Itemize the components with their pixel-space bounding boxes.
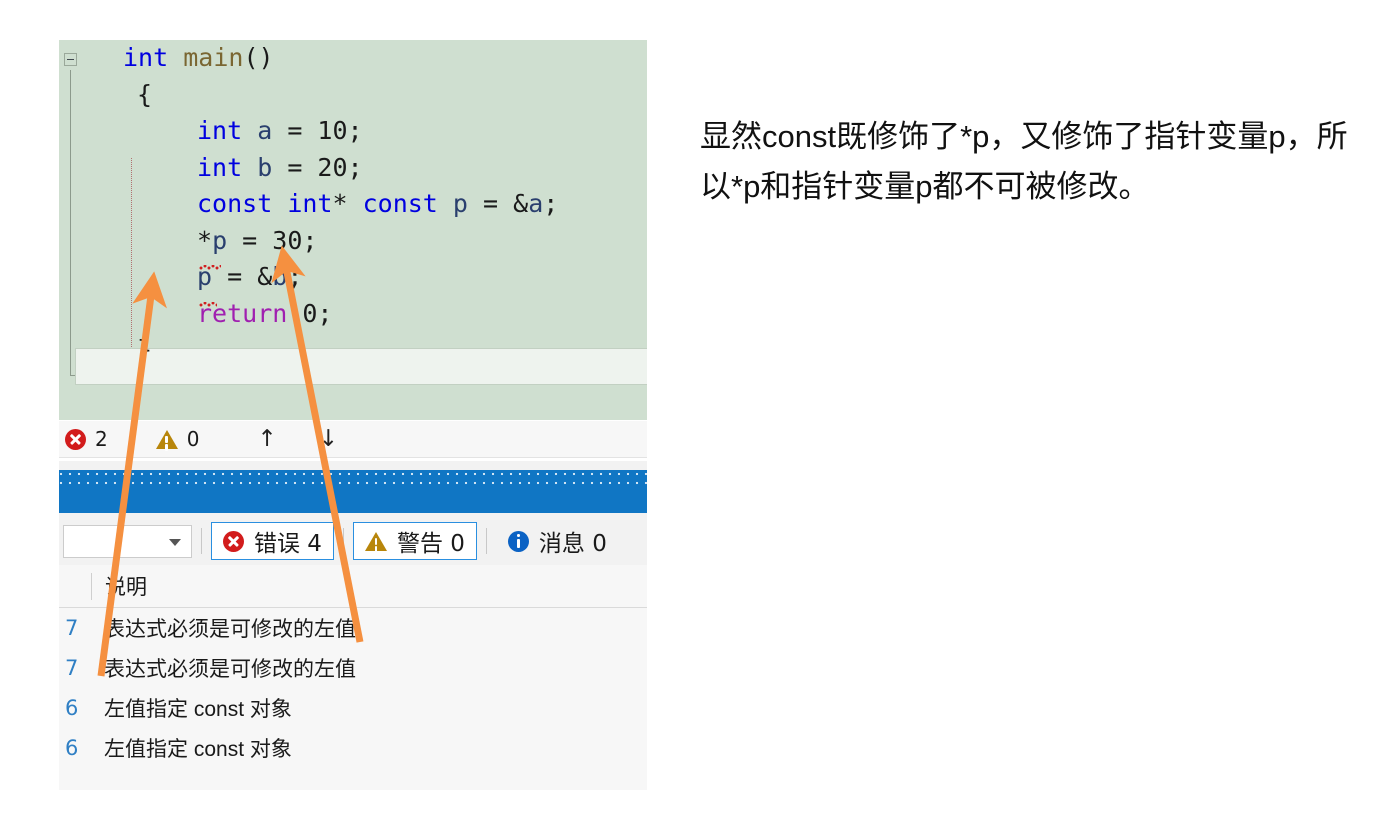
code-line[interactable]: } xyxy=(59,332,647,369)
error-description: 表达式必须是可修改的左值 xyxy=(104,658,356,681)
inline-error-count-group[interactable]: 2 xyxy=(59,421,114,457)
build-progress-bar xyxy=(59,461,647,517)
error-filter-combobox[interactable] xyxy=(63,524,192,558)
errors-filter-label: 错误 4 xyxy=(254,531,322,557)
error-line-number: 7 xyxy=(65,656,79,680)
warning-triangle-icon xyxy=(364,531,387,551)
code-line[interactable]: int main() xyxy=(59,40,647,77)
error-squiggle-assign xyxy=(199,302,217,307)
error-list-toolbar[interactable]: 错误 4 警告 0 消息 0 xyxy=(59,517,647,565)
code-token: { xyxy=(137,79,153,109)
error-circle-icon xyxy=(65,428,86,450)
code-token: } xyxy=(137,335,153,364)
messages-filter-label: 消息 0 xyxy=(538,531,607,557)
code-token: int xyxy=(197,152,243,182)
code-token: p xyxy=(212,225,228,255)
error-list-panel[interactable]: 说明 7 表达式必须是可修改的左值 7 表达式必须是可修改的左值 6 左值指定 const… xyxy=(59,565,647,790)
chevron-down-icon[interactable] xyxy=(169,538,181,546)
code-editor[interactable]: int main(){int a = 10; int b = 20; const i… xyxy=(59,40,647,420)
code-token: const xyxy=(362,189,438,218)
code-line[interactable]: const int* const p = &a; xyxy=(59,186,647,223)
code-token: = 30; xyxy=(227,225,318,255)
toolbar-separator xyxy=(485,528,487,554)
code-token: * xyxy=(332,189,363,218)
warnings-filter-label: 警告 0 xyxy=(396,531,465,557)
code-token: a xyxy=(528,189,544,218)
code-line[interactable]: return 0; xyxy=(59,296,647,333)
column-header-line[interactable] xyxy=(59,572,92,600)
code-token: ; xyxy=(543,189,559,218)
toolbar-separator xyxy=(342,528,344,554)
code-line[interactable]: p = &b; xyxy=(59,259,647,296)
progress-bar-pattern xyxy=(59,472,647,490)
code-token: = 10; xyxy=(272,116,363,145)
warnings-filter-button[interactable]: 警告 0 xyxy=(352,522,477,560)
error-list-header[interactable]: 说明 xyxy=(59,565,647,608)
code-token: = 20; xyxy=(272,152,363,182)
code-token: b xyxy=(257,152,273,182)
code-token: ; xyxy=(287,262,303,291)
code-line[interactable]: *p = 30; xyxy=(59,223,647,260)
code-token: int xyxy=(287,189,333,218)
next-error-button[interactable]: ↓ xyxy=(303,427,354,451)
code-token: int xyxy=(197,116,243,145)
code-token: const xyxy=(197,189,273,218)
errors-filter-button[interactable]: 错误 4 xyxy=(211,522,334,560)
column-header-description[interactable]: 说明 xyxy=(92,571,147,601)
code-token: () xyxy=(243,43,274,72)
error-description: 左值指定 const 对象 xyxy=(104,698,292,721)
code-token: = & xyxy=(212,262,273,291)
code-line[interactable]: int b = 20; xyxy=(59,150,647,187)
error-line-number: 6 xyxy=(65,736,79,760)
messages-filter-button[interactable]: 消息 0 xyxy=(496,522,619,560)
inline-error-status-strip[interactable]: 2 0 ↑ ↓ xyxy=(59,421,647,458)
table-row[interactable]: 7 表达式必须是可修改的左值 xyxy=(59,648,647,688)
error-circle-icon xyxy=(223,530,244,552)
table-row[interactable]: 6 左值指定 const 对象 xyxy=(59,728,647,768)
error-description: 表达式必须是可修改的左值 xyxy=(104,618,356,641)
prev-error-button[interactable]: ↑ xyxy=(241,427,292,451)
code-line[interactable]: int a = 10; xyxy=(59,113,647,150)
inline-error-count: 2 xyxy=(95,427,108,451)
code-token: int xyxy=(123,43,169,72)
code-token: a xyxy=(257,116,273,145)
error-list-rows[interactable]: 7 表达式必须是可修改的左值 7 表达式必须是可修改的左值 6 左值指定 const 对象… xyxy=(59,608,647,768)
table-row[interactable]: 7 表达式必须是可修改的左值 xyxy=(59,608,647,648)
code-token: main xyxy=(183,43,244,72)
toolbar-separator xyxy=(201,528,202,554)
code-token: * xyxy=(197,225,213,255)
code-token: b xyxy=(272,262,288,291)
code-token: 0; xyxy=(287,298,333,328)
table-row[interactable]: 6 左值指定 const 对象 xyxy=(59,688,647,728)
inline-warning-count: 0 xyxy=(186,427,200,451)
code-lines[interactable]: int main(){int a = 10; int b = 20; const i… xyxy=(59,40,647,369)
inline-warning-count-group[interactable]: 0 xyxy=(150,421,206,457)
code-line[interactable]: { xyxy=(59,77,647,114)
code-token: p xyxy=(452,189,468,218)
error-line-number: 7 xyxy=(65,616,79,640)
code-token: = & xyxy=(467,189,529,218)
error-description: 左值指定 const 对象 xyxy=(104,738,292,761)
error-line-number: 6 xyxy=(65,696,79,720)
explanation-note: 显然const既修饰了*p，又修饰了指针变量p，所以*p和指针变量p都不可被修改… xyxy=(700,119,1348,205)
error-squiggle-deref xyxy=(199,265,221,270)
warning-triangle-icon xyxy=(155,429,178,449)
info-circle-icon xyxy=(507,530,529,552)
